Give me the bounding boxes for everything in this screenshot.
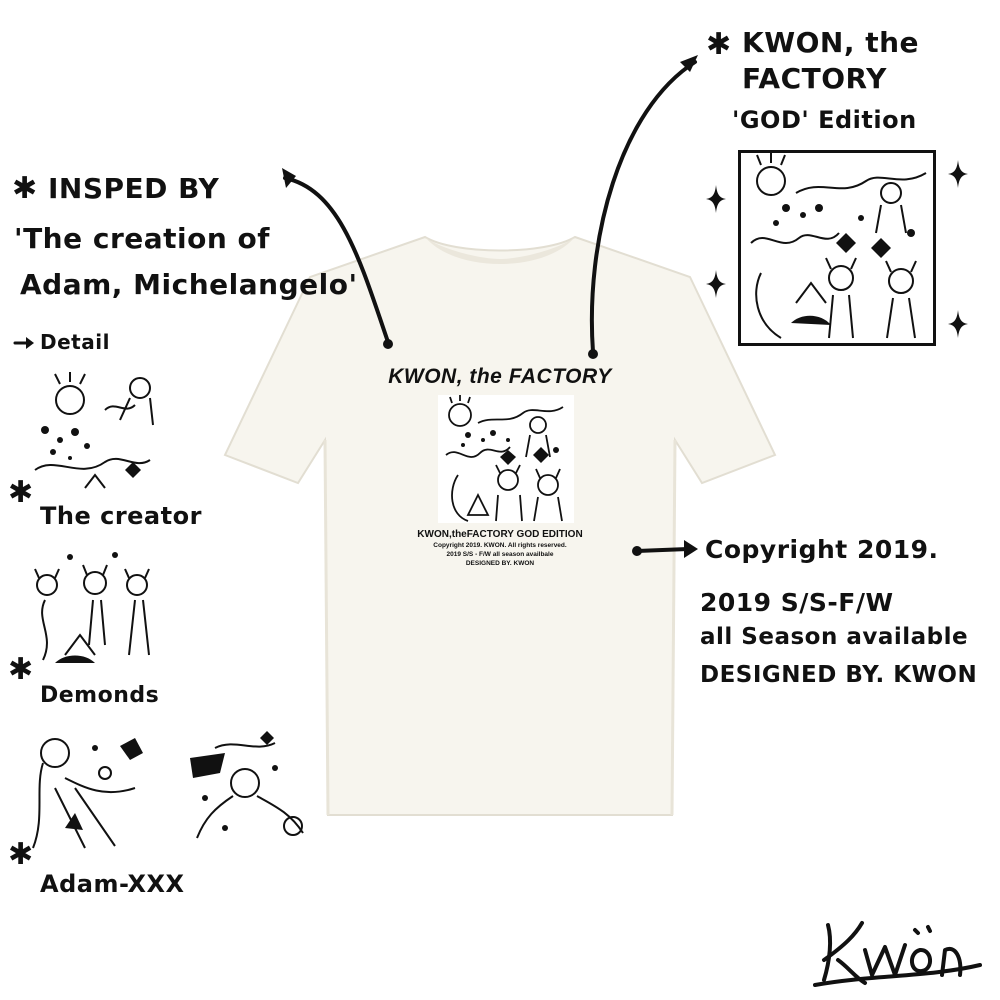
sparkle-icon — [706, 270, 726, 298]
shirt-headline: KWON, the FACTORY — [388, 365, 612, 388]
sparkle-icon — [948, 160, 968, 188]
detail-caption-creator: The creator — [40, 502, 202, 530]
asterisk-icon: ✱ — [8, 475, 34, 510]
shirt-edition: KWON,theFACTORY GOD EDITION — [417, 529, 583, 540]
edition-line1: KWON, the — [742, 26, 920, 59]
arrow-icon — [680, 55, 698, 72]
edition-line2: FACTORY — [742, 62, 887, 95]
shirt-season: 2019 S/S - F/W all season availbale — [446, 551, 554, 558]
signature — [813, 921, 982, 987]
detail-adam-image-1 — [25, 728, 150, 853]
copyright-line4: DESIGNED BY. KWON — [700, 662, 978, 688]
copyright-line2: 2019 S/S-F/W — [700, 588, 894, 617]
inspired-line2: Adam, Michelangelo' — [20, 268, 358, 301]
inspired-heading: INSPED BY — [48, 172, 220, 205]
arrow-icon — [26, 337, 34, 349]
arrow-icon — [282, 168, 296, 188]
detail-demons-image — [25, 545, 157, 675]
edition-line3: 'GOD' Edition — [732, 106, 917, 134]
inspired-line1: 'The creation of — [14, 222, 270, 255]
shirt-copyright: Copyright 2019. KWON. All rights reserve… — [433, 542, 567, 549]
asterisk-icon: ✱ — [12, 171, 38, 206]
shirt-print-artwork — [438, 395, 574, 523]
sparkle-icon — [706, 185, 726, 213]
shirt-designer: DESIGNED BY. KWON — [465, 560, 535, 567]
detail-adam-image-2 — [185, 728, 315, 853]
asterisk-icon: ✱ — [706, 27, 732, 62]
sparkle-icon — [948, 310, 968, 338]
detail-creator-image — [25, 370, 157, 500]
god-edition-artwork — [738, 150, 936, 346]
copyright-line3: all Season available — [700, 624, 969, 650]
asterisk-icon: ✱ — [8, 837, 34, 872]
detail-caption-adam: Adam-XXX — [40, 870, 185, 898]
detail-label: Detail — [40, 330, 110, 354]
asterisk-icon: ✱ — [8, 652, 34, 687]
detail-caption-demons: Demonds — [40, 683, 160, 708]
copyright-line1: Copyright 2019. — [705, 535, 939, 564]
